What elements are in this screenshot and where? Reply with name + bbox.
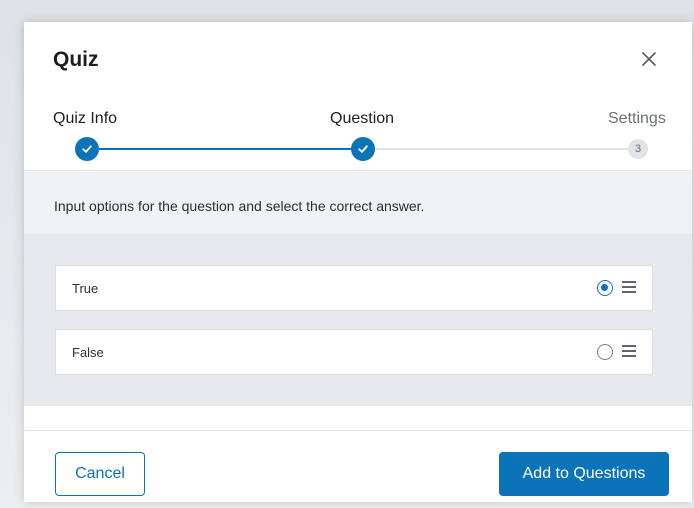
answer-option-false: False [55,329,653,375]
answer-option-label[interactable]: True [72,281,98,296]
answer-options-list: True False [24,234,692,406]
modal-footer: Cancel Add to Questions [24,430,692,502]
step-label-quiz-info: Quiz Info [53,110,118,127]
step-indicator: Quiz Info Question Settings 3 [24,106,692,166]
answer-option-true: True [55,265,653,311]
correct-answer-radio[interactable] [597,344,613,360]
cancel-button[interactable]: Cancel [55,452,145,496]
quiz-modal: Quiz Quiz Info Question Settings 3 Input… [24,22,692,502]
modal-title: Quiz [53,48,99,71]
step-label-question: Question [330,110,395,127]
step-label-settings: Settings [608,110,666,127]
progress-track-pending [366,148,638,150]
add-to-questions-button[interactable]: Add to Questions [499,452,669,496]
step-question-check-icon[interactable] [351,137,375,161]
step-quiz-info-check-icon[interactable] [75,137,99,161]
progress-track-complete [86,148,366,150]
drag-handle-icon[interactable] [622,345,636,359]
drag-handle-icon[interactable] [622,281,636,295]
step-settings-number[interactable]: 3 [628,139,648,159]
instruction-band: Input options for the question and selec… [24,170,692,234]
modal-header: Quiz [24,22,692,82]
close-icon[interactable] [638,48,660,70]
answer-option-label[interactable]: False [72,345,104,360]
instruction-text: Input options for the question and selec… [54,198,425,214]
correct-answer-radio-checked[interactable] [597,280,613,296]
